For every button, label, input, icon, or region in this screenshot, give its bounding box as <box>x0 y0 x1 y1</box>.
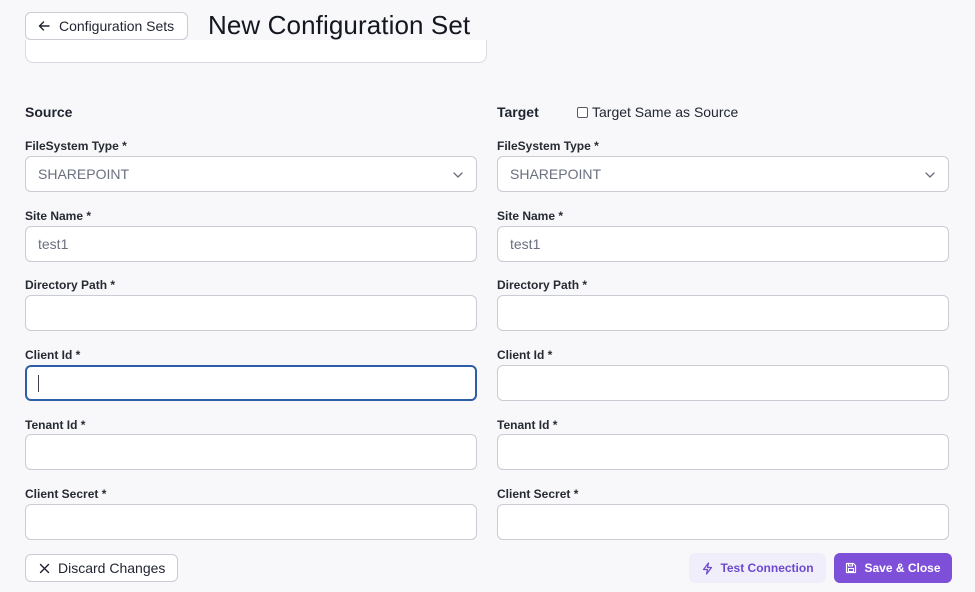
lightning-bolt-icon <box>701 561 714 575</box>
config-set-page: Configuration Sets New Configuration Set… <box>0 0 975 592</box>
text-cursor <box>38 374 39 392</box>
partial-input-field[interactable] <box>25 40 487 63</box>
discard-changes-label: Discard Changes <box>58 560 166 576</box>
arrow-left-icon <box>37 19 51 33</box>
target-filesystem-type-label: FileSystem Type * <box>497 139 599 153</box>
back-button-label: Configuration Sets <box>59 18 175 34</box>
source-client-id-label: Client Id * <box>25 348 81 362</box>
save-and-close-label: Save & Close <box>864 561 941 575</box>
discard-changes-button[interactable]: Discard Changes <box>25 554 178 582</box>
target-tenant-id-label: Tenant Id * <box>497 418 558 432</box>
target-directory-path-label: Directory Path * <box>497 278 588 292</box>
close-icon <box>38 562 51 575</box>
target-heading: Target <box>497 104 539 120</box>
source-heading: Source <box>25 104 73 120</box>
source-client-id-input[interactable] <box>25 365 477 401</box>
back-to-configuration-sets-button[interactable]: Configuration Sets <box>25 12 188 40</box>
source-filesystem-type-value: SHAREPOINT <box>38 166 130 182</box>
target-client-secret-label: Client Secret * <box>497 487 579 501</box>
target-client-id-input[interactable] <box>497 365 949 401</box>
chevron-down-icon <box>452 168 464 180</box>
page-title: New Configuration Set <box>208 10 471 40</box>
source-filesystem-type-label: FileSystem Type * <box>25 139 127 153</box>
target-directory-path-input[interactable] <box>497 295 949 331</box>
source-client-secret-input[interactable] <box>25 504 477 540</box>
source-site-name-input[interactable]: test1 <box>25 226 477 262</box>
target-site-name-label: Site Name * <box>497 209 564 223</box>
save-and-close-button[interactable]: Save & Close <box>834 553 952 583</box>
target-same-as-source-label: Target Same as Source <box>592 104 739 120</box>
target-tenant-id-input[interactable] <box>497 434 949 470</box>
source-tenant-id-label: Tenant Id * <box>25 418 86 432</box>
source-directory-path-label: Directory Path * <box>25 278 116 292</box>
target-site-name-input[interactable]: test1 <box>497 226 949 262</box>
target-client-secret-input[interactable] <box>497 504 949 540</box>
target-client-id-label: Client Id * <box>497 348 553 362</box>
test-connection-label: Test Connection <box>720 561 814 575</box>
test-connection-button[interactable]: Test Connection <box>689 553 826 583</box>
target-filesystem-type-select[interactable]: SHAREPOINT <box>497 156 949 192</box>
target-filesystem-type-value: SHAREPOINT <box>510 166 602 182</box>
target-same-as-source-checkbox[interactable]: Target Same as Source <box>577 104 738 120</box>
source-site-name-label: Site Name * <box>25 209 92 223</box>
save-disk-icon <box>845 562 857 574</box>
source-directory-path-input[interactable] <box>25 295 477 331</box>
chevron-down-icon <box>924 168 936 180</box>
source-filesystem-type-select[interactable]: SHAREPOINT <box>25 156 477 192</box>
source-tenant-id-input[interactable] <box>25 434 477 470</box>
checkbox-box[interactable] <box>577 106 588 118</box>
source-client-secret-label: Client Secret * <box>25 487 107 501</box>
